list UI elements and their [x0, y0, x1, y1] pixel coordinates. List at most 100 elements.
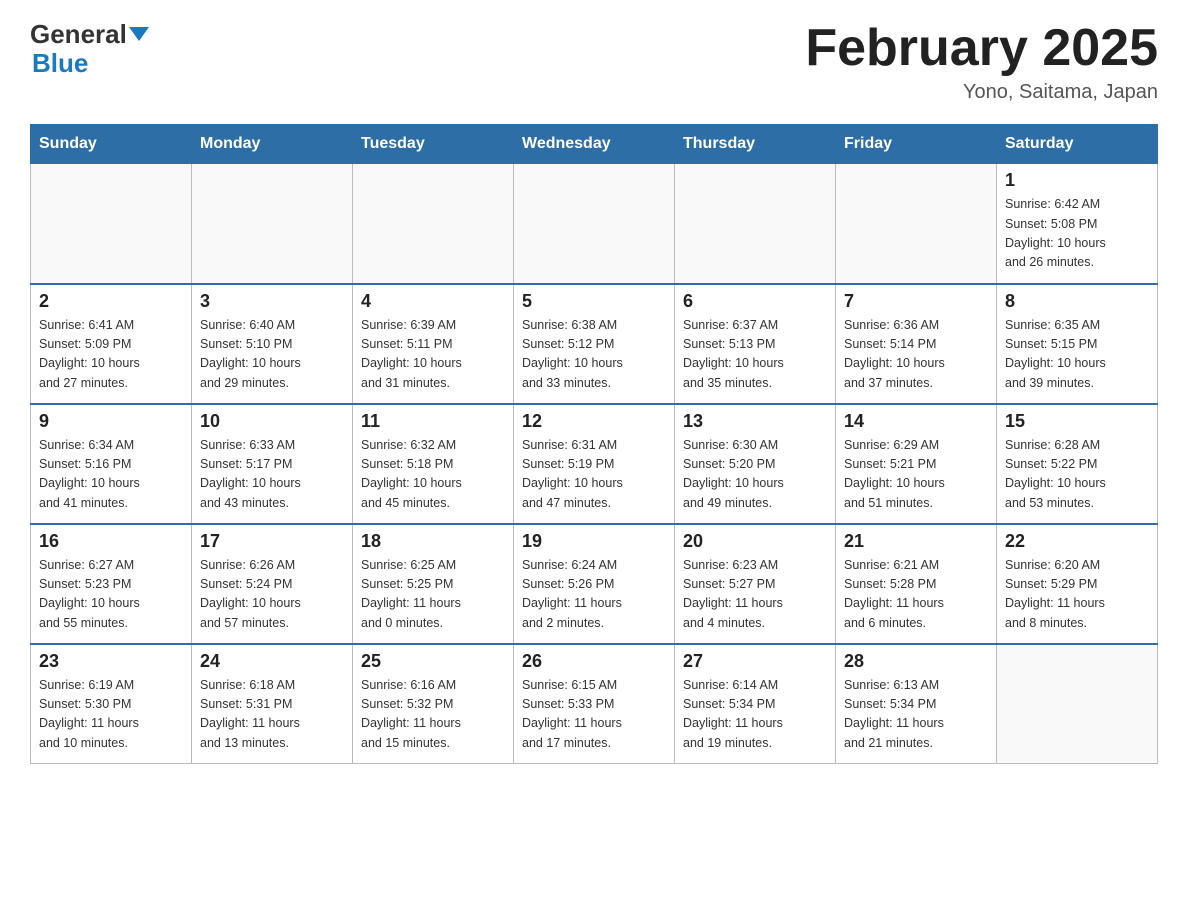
header-friday: Friday	[836, 125, 997, 164]
day-info: Sunrise: 6:39 AM Sunset: 5:11 PM Dayligh…	[361, 316, 505, 394]
day-info: Sunrise: 6:34 AM Sunset: 5:16 PM Dayligh…	[39, 436, 183, 514]
day-number: 6	[683, 291, 827, 312]
table-row	[675, 164, 836, 284]
day-info: Sunrise: 6:33 AM Sunset: 5:17 PM Dayligh…	[200, 436, 344, 514]
logo: General Blue	[30, 20, 149, 77]
table-row: 7 Sunrise: 6:36 AM Sunset: 5:14 PM Daylig…	[836, 284, 997, 404]
table-row: 19 Sunrise: 6:24 AM Sunset: 5:26 PM Dayli…	[514, 524, 675, 644]
day-info: Sunrise: 6:30 AM Sunset: 5:20 PM Dayligh…	[683, 436, 827, 514]
table-row: 2 Sunrise: 6:41 AM Sunset: 5:09 PM Daylig…	[31, 284, 192, 404]
day-number: 19	[522, 531, 666, 552]
table-row: 27 Sunrise: 6:14 AM Sunset: 5:34 PM Dayli…	[675, 644, 836, 764]
table-row	[997, 644, 1158, 764]
header-tuesday: Tuesday	[353, 125, 514, 164]
day-info: Sunrise: 6:15 AM Sunset: 5:33 PM Dayligh…	[522, 676, 666, 754]
title-section: February 2025 Yono, Saitama, Japan	[805, 20, 1158, 104]
day-number: 22	[1005, 531, 1149, 552]
table-row: 11 Sunrise: 6:32 AM Sunset: 5:18 PM Dayli…	[353, 404, 514, 524]
day-info: Sunrise: 6:42 AM Sunset: 5:08 PM Dayligh…	[1005, 195, 1149, 273]
calendar-week-row: 9 Sunrise: 6:34 AM Sunset: 5:16 PM Daylig…	[31, 404, 1158, 524]
day-number: 21	[844, 531, 988, 552]
day-number: 24	[200, 651, 344, 672]
logo-general-text: General	[30, 20, 149, 49]
day-number: 25	[361, 651, 505, 672]
logo-blue-text: Blue	[32, 48, 88, 78]
table-row: 15Sunrise: 6:28 AM Sunset: 5:22 PM Dayli…	[997, 404, 1158, 524]
calendar-week-row: 2 Sunrise: 6:41 AM Sunset: 5:09 PM Daylig…	[31, 284, 1158, 404]
day-number: 1	[1005, 170, 1149, 191]
day-number: 16	[39, 531, 183, 552]
table-row	[353, 164, 514, 284]
day-info: Sunrise: 6:38 AM Sunset: 5:12 PM Dayligh…	[522, 316, 666, 394]
day-info: Sunrise: 6:16 AM Sunset: 5:32 PM Dayligh…	[361, 676, 505, 754]
table-row: 5 Sunrise: 6:38 AM Sunset: 5:12 PM Daylig…	[514, 284, 675, 404]
day-number: 13	[683, 411, 827, 432]
day-info: Sunrise: 6:36 AM Sunset: 5:14 PM Dayligh…	[844, 316, 988, 394]
table-row: 24 Sunrise: 6:18 AM Sunset: 5:31 PM Dayli…	[192, 644, 353, 764]
table-row: 22 Sunrise: 6:20 AM Sunset: 5:29 PM Dayli…	[997, 524, 1158, 644]
day-info: Sunrise: 6:40 AM Sunset: 5:10 PM Dayligh…	[200, 316, 344, 394]
calendar-week-row: 16 Sunrise: 6:27 AM Sunset: 5:23 PM Dayli…	[31, 524, 1158, 644]
day-info: Sunrise: 6:23 AM Sunset: 5:27 PM Dayligh…	[683, 556, 827, 634]
day-number: 14	[844, 411, 988, 432]
month-title: February 2025	[805, 20, 1158, 77]
day-number: 26	[522, 651, 666, 672]
day-info: Sunrise: 6:13 AM Sunset: 5:34 PM Dayligh…	[844, 676, 988, 754]
day-number: 2	[39, 291, 183, 312]
table-row: 14 Sunrise: 6:29 AM Sunset: 5:21 PM Dayli…	[836, 404, 997, 524]
table-row: 16 Sunrise: 6:27 AM Sunset: 5:23 PM Dayli…	[31, 524, 192, 644]
table-row: 28 Sunrise: 6:13 AM Sunset: 5:34 PM Dayli…	[836, 644, 997, 764]
header-sunday: Sunday	[31, 125, 192, 164]
calendar-week-row: 1 Sunrise: 6:42 AM Sunset: 5:08 PM Daylig…	[31, 164, 1158, 284]
day-number: 9	[39, 411, 183, 432]
day-info: Sunrise: 6:32 AM Sunset: 5:18 PM Dayligh…	[361, 436, 505, 514]
weekday-header-row: Sunday Monday Tuesday Wednesday Thursday…	[31, 125, 1158, 164]
calendar-table: Sunday Monday Tuesday Wednesday Thursday…	[30, 124, 1158, 764]
day-number: 8	[1005, 291, 1149, 312]
table-row: 4 Sunrise: 6:39 AM Sunset: 5:11 PM Daylig…	[353, 284, 514, 404]
day-number: 5	[522, 291, 666, 312]
day-number: 15	[1005, 411, 1149, 432]
day-info: Sunrise: 6:24 AM Sunset: 5:26 PM Dayligh…	[522, 556, 666, 634]
table-row: 3 Sunrise: 6:40 AM Sunset: 5:10 PM Daylig…	[192, 284, 353, 404]
day-info: Sunrise: 6:14 AM Sunset: 5:34 PM Dayligh…	[683, 676, 827, 754]
day-info: Sunrise: 6:31 AM Sunset: 5:19 PM Dayligh…	[522, 436, 666, 514]
day-info: Sunrise: 6:27 AM Sunset: 5:23 PM Dayligh…	[39, 556, 183, 634]
table-row: 26 Sunrise: 6:15 AM Sunset: 5:33 PM Dayli…	[514, 644, 675, 764]
table-row: 1 Sunrise: 6:42 AM Sunset: 5:08 PM Daylig…	[997, 164, 1158, 284]
day-number: 20	[683, 531, 827, 552]
table-row: 17Sunrise: 6:26 AM Sunset: 5:24 PM Dayli…	[192, 524, 353, 644]
table-row: 23 Sunrise: 6:19 AM Sunset: 5:30 PM Dayli…	[31, 644, 192, 764]
day-number: 12	[522, 411, 666, 432]
day-info: Sunrise: 6:18 AM Sunset: 5:31 PM Dayligh…	[200, 676, 344, 754]
table-row	[836, 164, 997, 284]
table-row: 8 Sunrise: 6:35 AM Sunset: 5:15 PM Daylig…	[997, 284, 1158, 404]
day-number: 10	[200, 411, 344, 432]
day-info: Sunrise: 6:35 AM Sunset: 5:15 PM Dayligh…	[1005, 316, 1149, 394]
table-row	[192, 164, 353, 284]
day-number: 4	[361, 291, 505, 312]
day-number: 3	[200, 291, 344, 312]
table-row: 21 Sunrise: 6:21 AM Sunset: 5:28 PM Dayli…	[836, 524, 997, 644]
page-header: General Blue February 2025 Yono, Saitama…	[30, 20, 1158, 104]
table-row: 13 Sunrise: 6:30 AM Sunset: 5:20 PM Dayli…	[675, 404, 836, 524]
day-info: Sunrise: 6:19 AM Sunset: 5:30 PM Dayligh…	[39, 676, 183, 754]
day-info: Sunrise: 6:29 AM Sunset: 5:21 PM Dayligh…	[844, 436, 988, 514]
table-row: 6Sunrise: 6:37 AM Sunset: 5:13 PM Daylig…	[675, 284, 836, 404]
day-number: 11	[361, 411, 505, 432]
day-number: 7	[844, 291, 988, 312]
day-info: Sunrise: 6:21 AM Sunset: 5:28 PM Dayligh…	[844, 556, 988, 634]
day-number: 17	[200, 531, 344, 552]
day-info: Sunrise: 6:25 AM Sunset: 5:25 PM Dayligh…	[361, 556, 505, 634]
day-info: Sunrise: 6:41 AM Sunset: 5:09 PM Dayligh…	[39, 316, 183, 394]
table-row: 25 Sunrise: 6:16 AM Sunset: 5:32 PM Dayli…	[353, 644, 514, 764]
table-row	[31, 164, 192, 284]
table-row: 20 Sunrise: 6:23 AM Sunset: 5:27 PM Dayli…	[675, 524, 836, 644]
day-number: 27	[683, 651, 827, 672]
day-info: Sunrise: 6:20 AM Sunset: 5:29 PM Dayligh…	[1005, 556, 1149, 634]
day-number: 18	[361, 531, 505, 552]
table-row	[514, 164, 675, 284]
day-number: 28	[844, 651, 988, 672]
calendar-week-row: 23 Sunrise: 6:19 AM Sunset: 5:30 PM Dayli…	[31, 644, 1158, 764]
day-number: 23	[39, 651, 183, 672]
